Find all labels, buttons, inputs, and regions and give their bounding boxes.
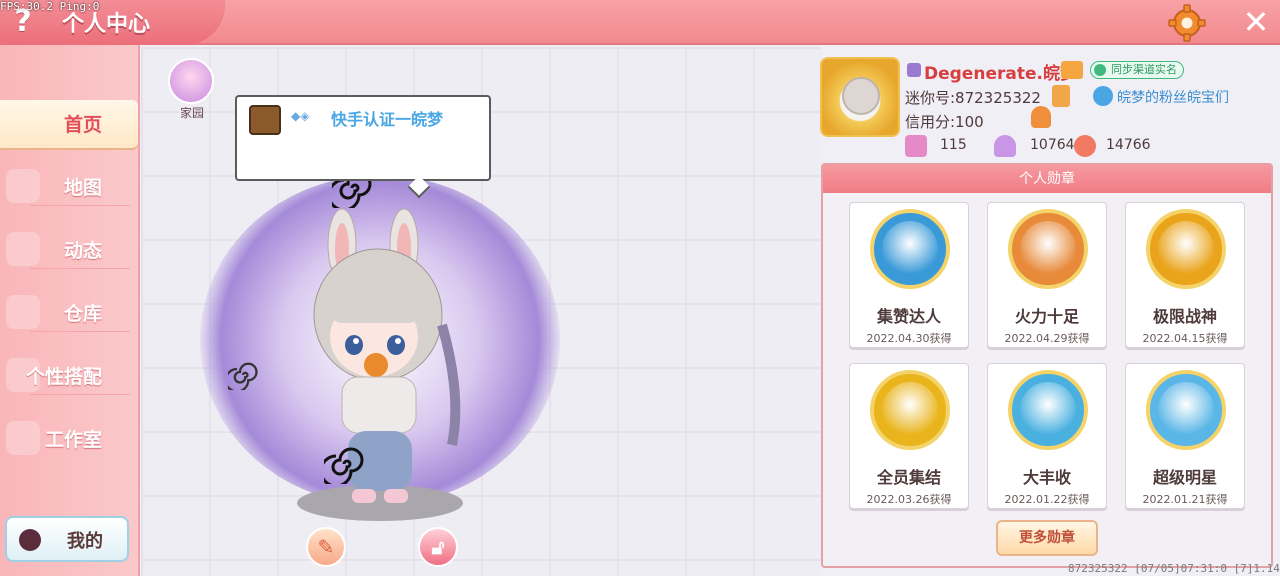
sidebar-divider <box>30 268 130 269</box>
speech-bubble: ◆◈ 快手认证一皖梦 <box>235 95 491 199</box>
sidebar-item-outfit[interactable]: 个性搭配 <box>0 352 138 400</box>
badge-card[interactable]: 火力十足 2022.04.29获得 <box>987 202 1107 348</box>
home-label: 家园 <box>179 106 204 120</box>
page-title: 个人中心 <box>62 12 151 37</box>
thumbs-up-medal-icon <box>870 209 950 289</box>
badge-date: 2022.01.21获得 <box>1142 493 1228 506</box>
sidebar-item-label: 仓库 <box>63 303 102 325</box>
badge-card[interactable]: 超级明星 2022.01.21获得 <box>1125 363 1245 509</box>
sidebar-item-label: 首页 <box>63 114 102 136</box>
fans-group-link[interactable]: 皖梦的粉丝皖宝们 <box>1117 87 1229 107</box>
stat-value: 10764 <box>1030 137 1075 153</box>
bubble-text: 快手认证一皖梦 <box>331 110 444 129</box>
box-icon <box>6 295 40 329</box>
badge-date: 2022.04.30获得 <box>866 332 952 345</box>
badge-name: 火力十足 <box>1014 307 1079 326</box>
sidebar-item-label: 地图 <box>63 177 102 199</box>
badge-date: 2022.03.26获得 <box>866 493 952 506</box>
home-button[interactable]: 家园 <box>168 58 216 122</box>
trophy-icon <box>994 135 1016 157</box>
badge-card[interactable]: 集赞达人 2022.04.30获得 <box>849 202 969 348</box>
badge-name: 超级明星 <box>1152 468 1217 487</box>
bell-icon <box>6 232 40 266</box>
sidebar-item-home[interactable]: 首页 <box>0 100 138 148</box>
badge-card[interactable]: 大丰收 2022.01.22获得 <box>987 363 1107 509</box>
vip-icon <box>907 63 921 77</box>
credit-score: 信用分:100 <box>905 113 984 131</box>
gear-icon[interactable] <box>1168 4 1206 42</box>
house-icon <box>168 58 214 104</box>
bubble-avatar-icon <box>249 105 281 135</box>
boss-medal-icon <box>1146 209 1226 289</box>
sidebar-item-feed[interactable]: 动态 <box>0 226 138 274</box>
copy-icon[interactable] <box>1052 85 1070 107</box>
edit-button[interactable]: ✎ <box>306 527 346 567</box>
mini-id: 迷你号:872325322 <box>905 89 1041 107</box>
more-badges-button[interactable]: 更多勋章 <box>996 520 1098 556</box>
sidebar-item-warehouse[interactable]: 仓库 <box>0 289 138 337</box>
spiral-icon <box>324 447 364 484</box>
badge-card[interactable]: 全员集结 2022.03.26获得 <box>849 363 969 509</box>
sidebar-divider <box>30 331 130 332</box>
treasure-medal-icon <box>1008 209 1088 289</box>
harvest-medal-icon <box>1008 370 1088 450</box>
lock-button[interactable]: 🔓︎ <box>418 527 458 567</box>
badge-date: 2022.04.15获得 <box>1142 332 1228 345</box>
star-medal-icon <box>1146 370 1226 450</box>
badge-name: 全员集结 <box>876 468 941 487</box>
badge-name: 集赞达人 <box>876 307 941 326</box>
studio-icon <box>6 421 40 455</box>
verified-badge-icon: ◆◈ <box>291 109 310 123</box>
team-medal-icon <box>870 370 950 450</box>
top-bar: ? FPS:30.2 Ping:0 个人中心 ✕ <box>0 0 1280 45</box>
mine-button[interactable]: 我的 <box>5 516 129 562</box>
close-icon[interactable]: ✕ <box>1238 4 1274 40</box>
footer-info: 872325322 [07/05]07:31:0 [7]1.14.0 <box>1068 562 1280 575</box>
avatar-face <box>842 77 880 115</box>
badge-panel-title: 个人勋章 <box>823 165 1271 193</box>
sidebar-item-label: 个性搭配 <box>25 366 102 388</box>
avatar <box>19 529 41 551</box>
sidebar-divider <box>30 394 130 395</box>
person-icon[interactable] <box>1031 106 1051 128</box>
verify-badge[interactable]: 同步渠道实名 <box>1090 61 1184 79</box>
badge-name: 大丰收 <box>1022 468 1071 487</box>
stat-value: 115 <box>940 137 967 153</box>
folder-icon[interactable] <box>1061 61 1083 79</box>
sidebar-divider <box>30 205 130 206</box>
badge-card[interactable]: 极限战神 2022.04.15获得 <box>1125 202 1245 348</box>
sidebar-item-studio[interactable]: 工作室 <box>0 415 138 463</box>
spiral-icon <box>228 362 258 390</box>
sidebar-item-map[interactable]: 地图 <box>0 163 138 211</box>
sidebar-item-label: 动态 <box>63 240 102 262</box>
fans-icon <box>1093 86 1113 106</box>
stat-value: 14766 <box>1106 137 1151 153</box>
plus-card-icon <box>905 135 927 157</box>
badge-panel: 个人勋章 集赞达人 2022.04.30获得 火力十足 2022.04.29获得… <box>821 163 1273 568</box>
mine-label: 我的 <box>67 531 103 552</box>
profile-name: Degenerate.皖梦 <box>924 64 1077 84</box>
badge-date: 2022.04.29获得 <box>1004 332 1090 345</box>
sidebar: 首页 地图 动态 仓库 个性搭配 工作室 <box>0 45 140 576</box>
badge-name: 极限战神 <box>1152 307 1217 326</box>
badge-date: 2022.01.22获得 <box>1004 493 1090 506</box>
profile-avatar[interactable] <box>820 57 900 137</box>
map-icon <box>6 169 40 203</box>
flame-icon <box>1074 135 1096 157</box>
sidebar-item-label: 工作室 <box>44 429 102 451</box>
